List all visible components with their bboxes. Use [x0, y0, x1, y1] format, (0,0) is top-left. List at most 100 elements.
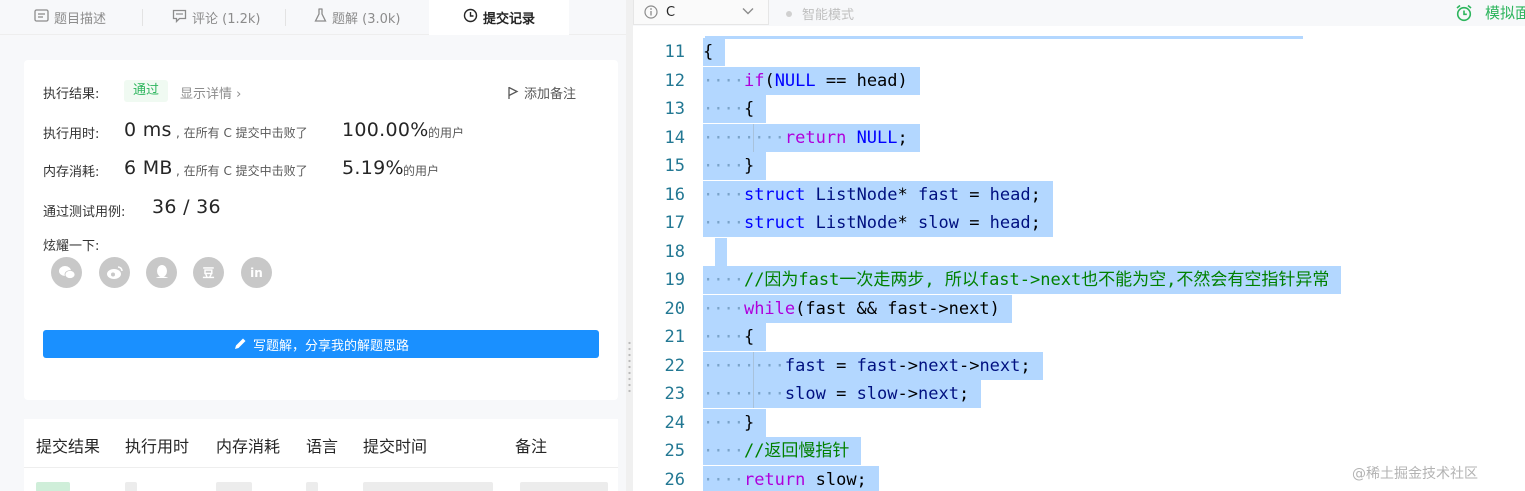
code-line[interactable]: 21 ····{ — [633, 323, 1525, 352]
tests-value: 36 / 36 — [152, 196, 221, 218]
tab-solutions[interactable]: 题解 (3.0k) — [314, 0, 400, 35]
chevron-down-icon — [742, 8, 754, 15]
code-line[interactable]: 16 ····struct ListNode* fast = head; — [633, 180, 1525, 210]
tab-divider — [142, 9, 143, 26]
memory-label: 内存消耗: — [43, 165, 100, 180]
smart-mode-toggle[interactable]: 智能模式 — [786, 4, 854, 23]
code-line[interactable]: 18 — [633, 237, 1525, 267]
drag-handle-icon — [628, 340, 631, 395]
column-header-time[interactable]: 提交时间 — [363, 433, 427, 457]
pane-splitter[interactable] — [626, 0, 633, 491]
smart-mode-label: 智能模式 — [802, 8, 855, 23]
code-text: ····while(fast && fast->next) — [703, 294, 1012, 323]
table-row-cell — [306, 482, 318, 491]
memory-percent: 5.19% — [342, 157, 404, 179]
column-header-language[interactable]: 语言 — [306, 433, 338, 457]
app-root: 题目描述 评论 (1.2k) 题解 (3.0k) 提交记录 执行结果: 通过 显… — [0, 0, 1525, 491]
tests-label: 通过测试用例: — [43, 205, 126, 220]
language-select[interactable]: C — [633, 0, 769, 25]
column-header-result[interactable]: 提交结果 — [36, 433, 100, 457]
code-text: ········slow = slow->next; — [703, 380, 982, 408]
status-label: 执行结果: — [43, 87, 100, 102]
tab-comments[interactable]: 评论 (1.2k) — [172, 0, 260, 35]
tab-label: 提交记录 — [482, 12, 535, 27]
linkedin-glyph: in — [250, 265, 263, 280]
line-number: 25 — [664, 441, 685, 461]
indent-guide — [753, 124, 754, 152]
weibo-icon[interactable] — [99, 257, 130, 288]
write-solution-button[interactable]: 写题解，分享我的解题思路 — [43, 330, 599, 358]
code-line[interactable]: 25 ····//返回慢指针 — [633, 437, 1525, 466]
column-header-memory[interactable]: 内存消耗 — [216, 433, 280, 457]
code-text: ····{ — [703, 95, 767, 123]
line-number: 15 — [664, 156, 685, 176]
runtime-percent: 100.00% — [342, 119, 429, 141]
line-number: 19 — [664, 270, 685, 290]
code-line[interactable]: 11 { — [633, 38, 1525, 67]
status-badge: 通过 — [124, 80, 169, 102]
line-number: 13 — [664, 99, 685, 119]
add-note-button[interactable]: 添加备注 — [507, 83, 576, 102]
table-row[interactable] — [36, 482, 70, 491]
qq-icon[interactable] — [146, 257, 177, 288]
code-text: ····//因为fast一次走两步, 所以fast->next也不能为空,不然会… — [703, 266, 1342, 294]
alarm-clock-icon — [1456, 4, 1472, 21]
line-number: 26 — [664, 469, 685, 490]
code-line[interactable]: 19 ····//因为fast一次走两步, 所以fast->next也不能为空,… — [633, 266, 1525, 295]
info-icon — [644, 5, 658, 19]
tab-description[interactable]: 题目描述 — [34, 0, 106, 35]
line-number: 11 — [664, 42, 685, 62]
code-line[interactable]: 23 ········slow = slow->next; — [633, 380, 1525, 409]
code-text: ····struct ListNode* fast = head; — [703, 180, 1053, 209]
tab-submissions[interactable]: 提交记录 — [429, 0, 569, 35]
runtime-value: 0 ms — [124, 119, 172, 141]
code-line[interactable]: 14 ········return NULL; — [633, 123, 1525, 153]
mock-interview-button[interactable]: 模拟面试 — [1455, 2, 1525, 23]
code-text: ········return NULL; — [703, 123, 920, 152]
column-header-runtime[interactable]: 执行用时 — [125, 433, 189, 457]
tab-label: 评论 (1.2k) — [192, 12, 261, 27]
code-line[interactable]: 15 ····} — [633, 152, 1525, 181]
show-details-link[interactable]: 显示详情 › — [180, 83, 241, 102]
code-text: ····return slow; — [703, 465, 879, 491]
description-icon — [34, 9, 49, 26]
comment-icon — [172, 9, 187, 27]
code-editor[interactable]: 11 { 12 ····if(NULL == head) 13 ····{ 14… — [633, 36, 1525, 491]
line-number: 14 — [664, 127, 685, 148]
code-line[interactable]: 24 ····} — [633, 408, 1525, 438]
runtime-text: , 在所有 C 提交中击败了 — [176, 126, 308, 140]
line-number: 16 — [664, 184, 685, 205]
memory-suffix: 的用户 — [403, 164, 440, 178]
language-value: C — [666, 4, 676, 20]
line-number: 23 — [664, 384, 685, 404]
code-text: ····} — [703, 152, 767, 180]
code-line[interactable]: 17 ····struct ListNode* slow = head; — [633, 209, 1525, 238]
mock-interview-label: 模拟面试 — [1485, 4, 1525, 22]
flag-icon — [508, 86, 519, 99]
left-pane: 题目描述 评论 (1.2k) 题解 (3.0k) 提交记录 执行结果: 通过 显… — [0, 0, 626, 491]
runtime-suffix: 的用户 — [428, 126, 465, 140]
write-solution-label: 写题解，分享我的解题思路 — [252, 338, 409, 354]
code-text: { — [703, 38, 726, 66]
tab-label: 题目描述 — [54, 12, 107, 27]
smart-mode-dot — [786, 10, 792, 17]
line-number: 21 — [664, 327, 685, 347]
clock-icon — [463, 8, 478, 27]
douban-glyph: 豆 — [202, 266, 215, 280]
code-line[interactable]: 12 ····if(NULL == head) — [633, 66, 1525, 96]
add-note-label: 添加备注 — [524, 87, 577, 102]
code-text: ····} — [703, 408, 767, 437]
memory-text: , 在所有 C 提交中击败了 — [176, 164, 308, 178]
code-line[interactable]: 20 ····while(fast && fast->next) — [633, 294, 1525, 324]
column-header-notes[interactable]: 备注 — [515, 433, 547, 457]
linkedin-icon[interactable]: in — [241, 257, 272, 288]
wechat-icon[interactable] — [51, 257, 82, 288]
line-number: 12 — [664, 70, 685, 91]
flask-icon — [314, 8, 327, 27]
line-number: 17 — [664, 213, 685, 233]
douban-icon[interactable]: 豆 — [193, 257, 224, 288]
code-text: ····{ — [703, 323, 767, 351]
code-line[interactable]: 13 ····{ — [633, 95, 1525, 124]
pencil-icon — [234, 338, 246, 349]
code-line[interactable]: 22 ········fast = fast->next->next; — [633, 351, 1525, 381]
